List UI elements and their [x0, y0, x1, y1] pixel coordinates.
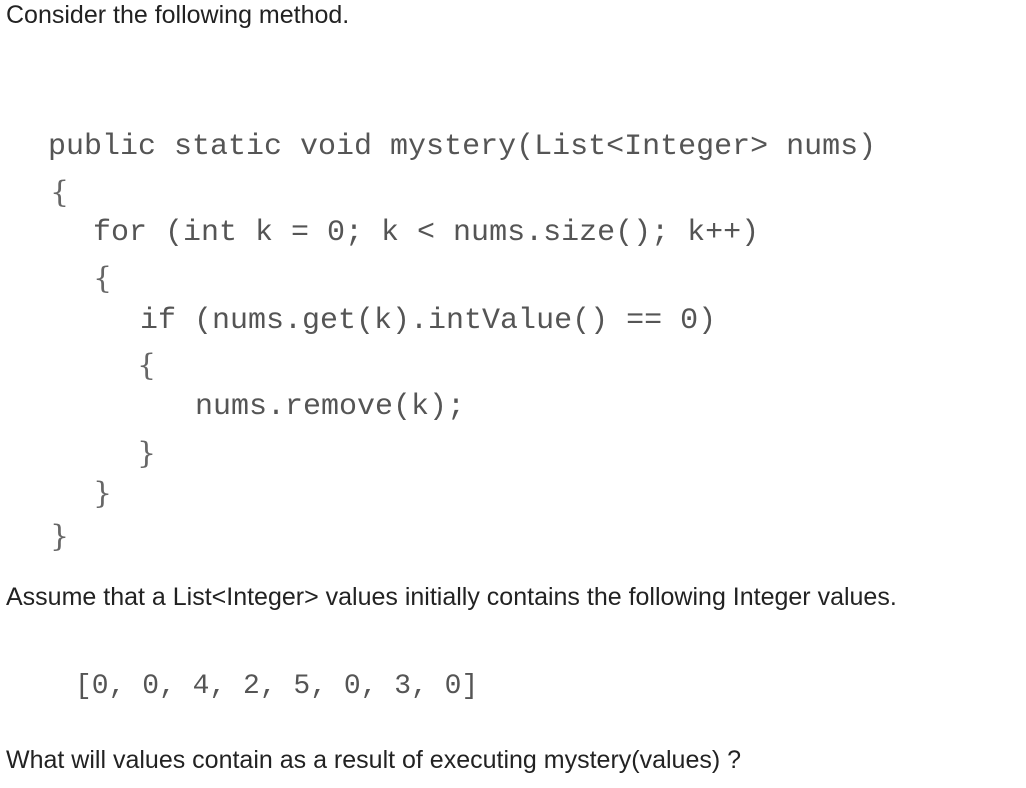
initial-values-list: [0, 0, 4, 2, 5, 0, 3, 0]	[75, 671, 479, 702]
intro-text: Consider the following method.	[6, 1, 350, 29]
method-close-brace: }	[50, 519, 70, 554]
question-text: What will values contain as a result of …	[6, 746, 742, 774]
method-signature: public static void mystery(List<Integer>…	[48, 130, 877, 164]
for-open-brace: {	[93, 261, 113, 296]
if-open-brace: {	[137, 348, 157, 383]
if-line: if (nums.get(k).intValue() == 0)	[140, 304, 717, 338]
assume-text: Assume that a List<Integer> values initi…	[6, 583, 897, 611]
for-loop-line: for (int k = 0; k < nums.size(); k++)	[93, 216, 760, 250]
for-close-brace: }	[93, 476, 113, 511]
method-open-brace: {	[50, 175, 70, 210]
if-close-brace: }	[137, 436, 157, 471]
remove-line: nums.remove(k);	[195, 390, 466, 424]
